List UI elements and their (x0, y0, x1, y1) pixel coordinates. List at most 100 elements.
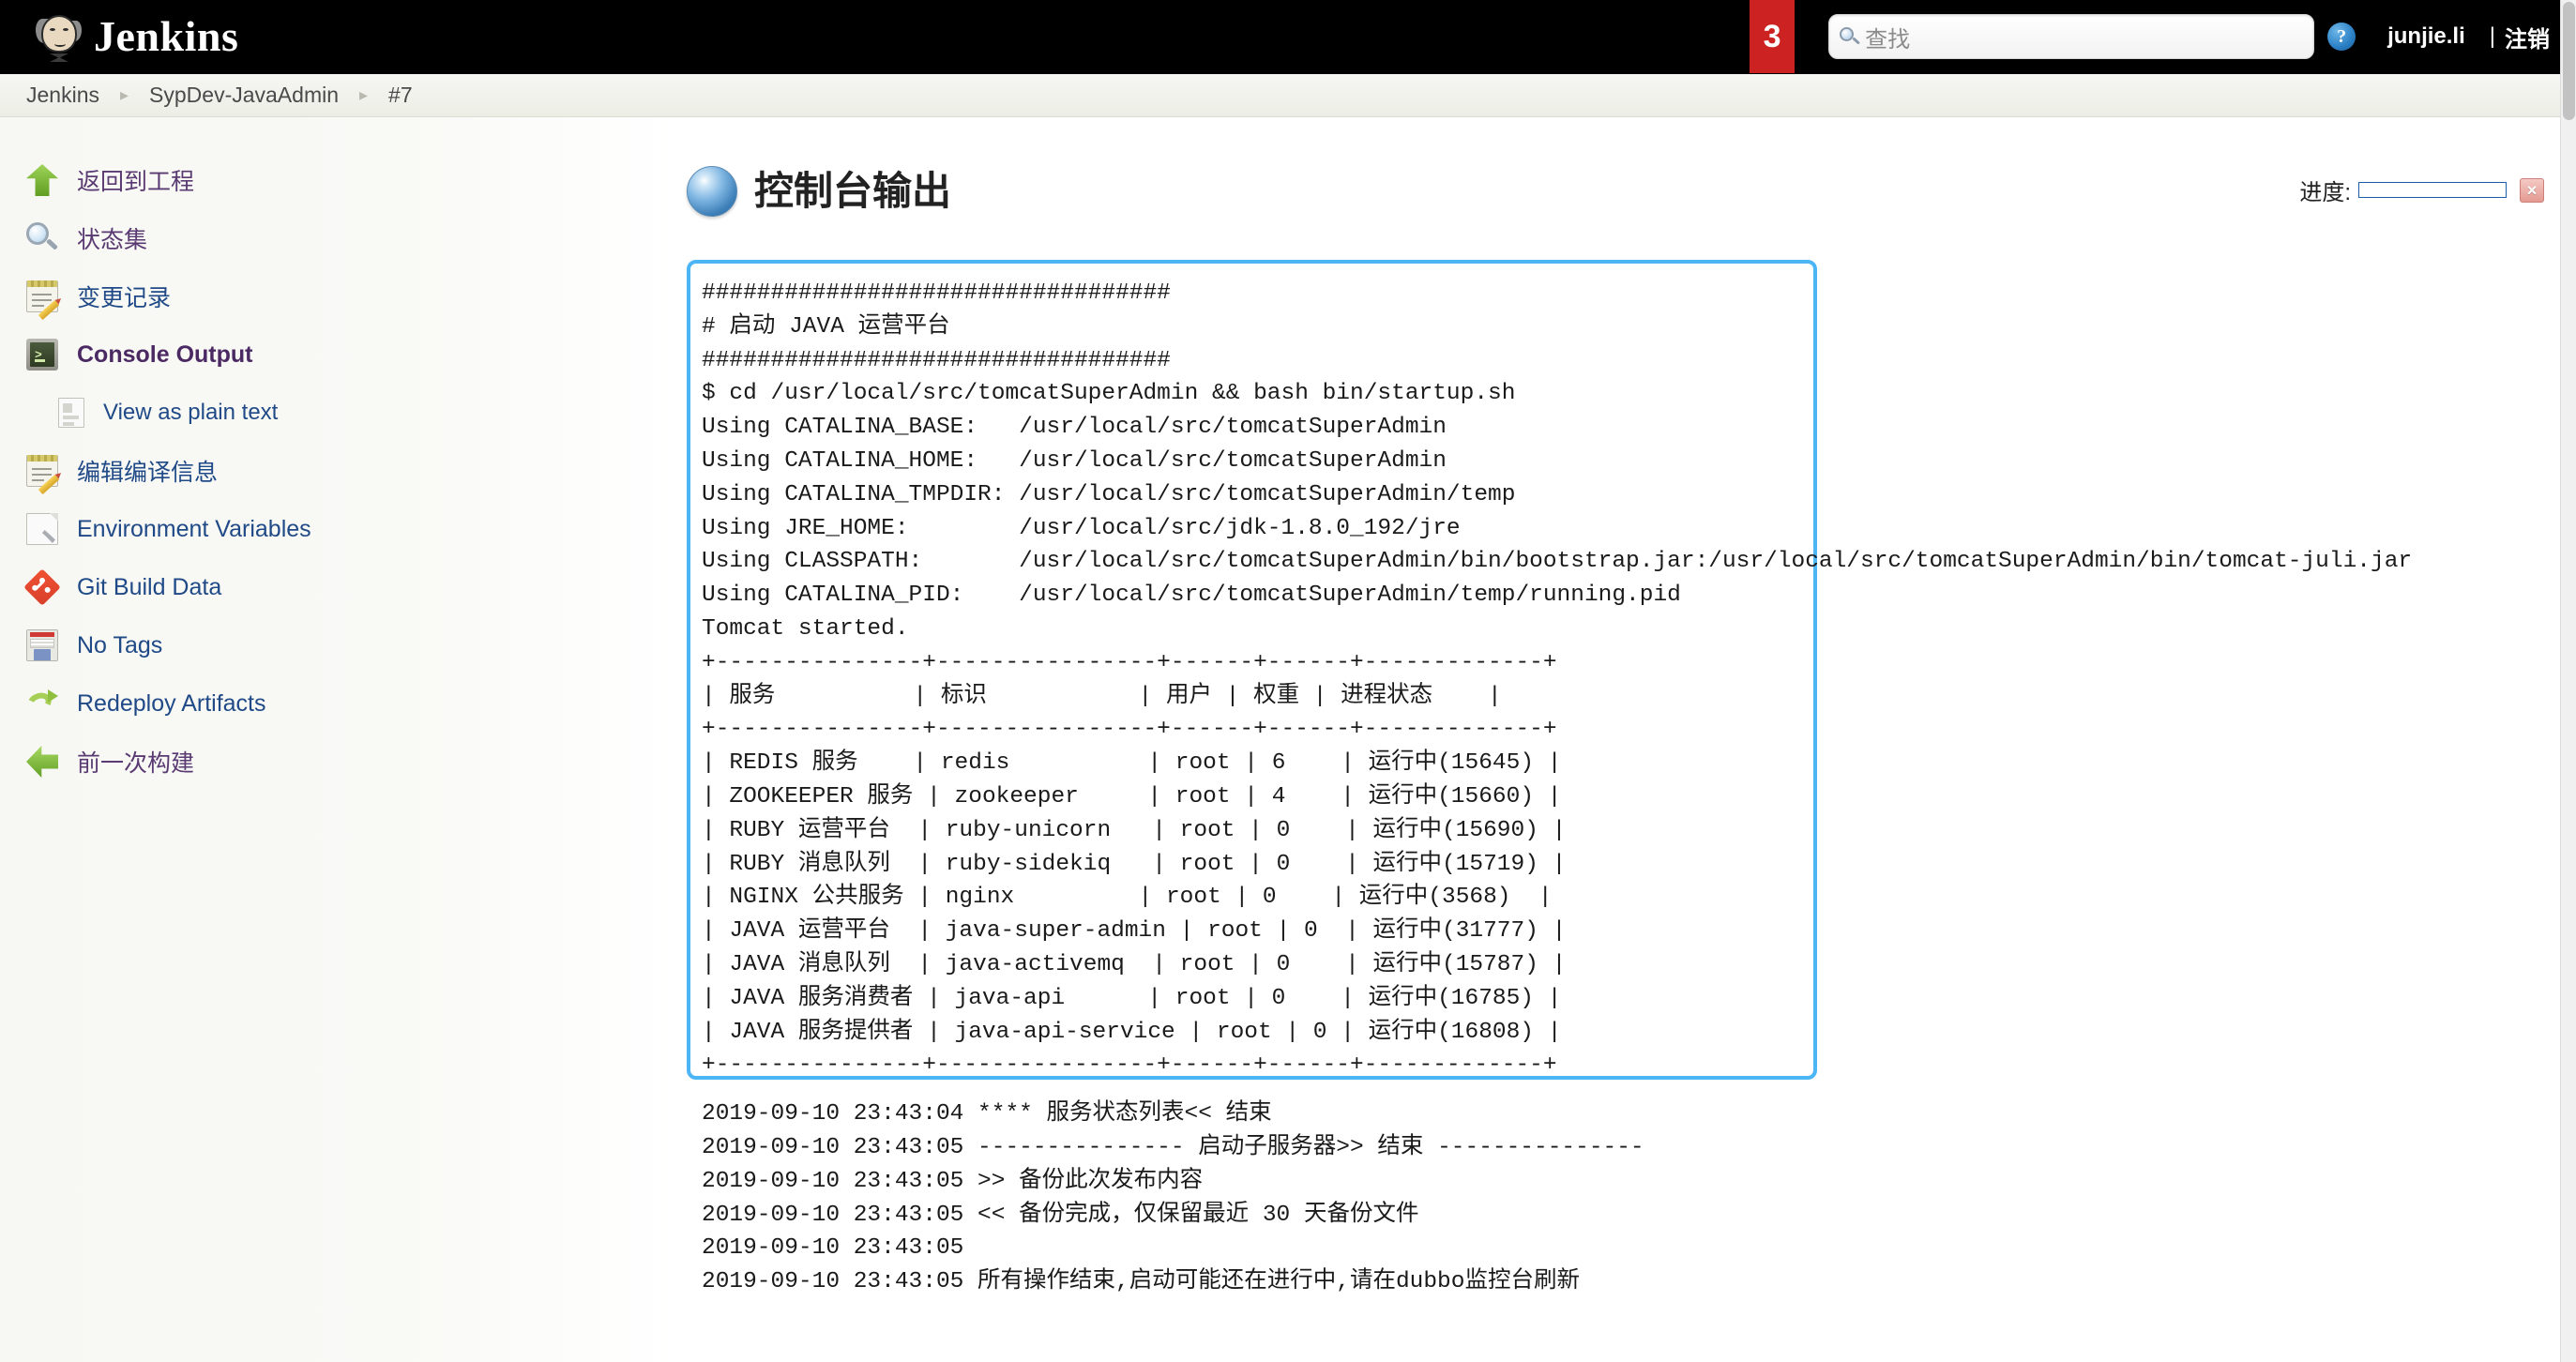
page-title: 控制台输出 (754, 169, 952, 213)
sidebar-item-label: Redeploy Artifacts (77, 689, 266, 717)
notepad-pencil-icon (26, 280, 60, 321)
console-line: Using CATALINA_PID: /usr/local/src/tomca… (702, 583, 1681, 609)
document-icon (58, 398, 84, 428)
top-header: Jenkins 3 查找 ? junjie.li | 注销 (0, 0, 2576, 74)
console-line: +---------------+----------------+------… (702, 649, 1557, 675)
sidebar-item-edit-build-information[interactable]: 编辑编译信息 (0, 442, 675, 500)
console-line: | ZOOKEEPER 服务 | zookeeper | root | 4 | … (702, 783, 1562, 810)
sidebar-item-back-to-project[interactable]: 返回到工程 (0, 151, 675, 209)
floppy-disk-icon (26, 629, 58, 661)
main-content: 控制台输出 进度: × ############################… (675, 117, 2576, 1362)
sidebar-item-label: Git Build Data (77, 573, 222, 600)
console-output-tail-text[interactable]: 2019-09-10 23:43:04 **** 服务状态列表<< 结束 2019… (687, 1097, 2544, 1299)
sidebar-item-label: View as plain text (103, 400, 279, 425)
sidebar-item-git-build-data[interactable]: Git Build Data (0, 558, 675, 616)
logout-link[interactable]: 注销 (2505, 21, 2550, 53)
console-line: +---------------+----------------+------… (702, 717, 1557, 743)
breadcrumb-item-jenkins[interactable]: Jenkins (26, 83, 99, 108)
search-input[interactable]: 查找 (1828, 14, 2315, 59)
console-line: 2019-09-10 23:43:05 << 备份完成，仅保留最近 30 天备份… (702, 1202, 1419, 1228)
console-line: | JAVA 服务提供者 | java-api-service | root |… (702, 1019, 1562, 1045)
close-icon: × (2526, 180, 2538, 200)
console-line: ################################## (702, 280, 1171, 306)
page-scrollbar[interactable] (2560, 0, 2576, 1362)
console-line: Tomcat started. (702, 615, 909, 642)
sidebar-item-console-output[interactable]: > Console Output (0, 325, 675, 384)
sidebar-item-redeploy-artifacts[interactable]: Redeploy Artifacts (0, 674, 675, 733)
build-queue-badge[interactable]: 3 (1750, 0, 1796, 73)
sidebar: 返回到工程 状态集 变更记录 > Console Output View as … (0, 117, 675, 1362)
console-line: Using CATALINA_HOME: /usr/local/src/tomc… (702, 447, 1447, 474)
jenkins-butler-icon (34, 8, 84, 66)
breadcrumb-item-job[interactable]: SypDev-JavaAdmin (149, 83, 339, 108)
document-wrench-icon (26, 513, 58, 545)
console-line: | REDIS 服务 | redis | root | 6 | 运行中(1564… (702, 750, 1562, 777)
breadcrumb-item-build[interactable]: #7 (388, 83, 413, 108)
user-separator: | (2489, 23, 2495, 49)
console-line: | RUBY 消息队列 | ruby-sidekiq | root | 0 | … (702, 851, 1567, 877)
sidebar-item-label: No Tags (77, 631, 163, 658)
breadcrumb-separator-icon: ▸ (359, 85, 369, 104)
console-line: Using JRE_HOME: /usr/local/src/jdk-1.8.0… (702, 515, 1461, 541)
sidebar-item-environment-variables[interactable]: Environment Variables (0, 500, 675, 558)
console-output-boxed-text[interactable]: ################################## # 启动 J… (687, 260, 2544, 1082)
console-line: | JAVA 服务消费者 | java-api | root | 0 | 运行中… (702, 985, 1562, 1011)
sidebar-item-label: Environment Variables (77, 515, 311, 542)
console-line: +---------------+----------------+------… (702, 1052, 1557, 1079)
blue-sphere-icon (687, 166, 737, 217)
terminal-icon: > (26, 339, 58, 371)
sidebar-item-label: 返回到工程 (77, 169, 195, 195)
up-arrow-icon (26, 164, 58, 196)
build-progress-group: 进度: × (2299, 174, 2544, 206)
sidebar-item-label: 状态集 (77, 227, 148, 253)
sidebar-item-status[interactable]: 状态集 (0, 209, 675, 267)
sidebar-item-label: 变更记录 (77, 285, 172, 311)
page-title-group: 控制台输出 (687, 166, 951, 217)
console-output-area: ################################## # 启动 J… (687, 260, 2544, 1299)
console-line: | 服务 | 标识 | 用户 | 权重 | 进程状态 | (702, 683, 1502, 709)
console-line: | RUBY 运营平台 | ruby-unicorn | root | 0 | … (702, 817, 1567, 843)
console-line: ################################## (702, 347, 1171, 373)
console-line: 2019-09-10 23:43:05 >> 备份此次发布内容 (702, 1168, 1204, 1194)
user-area: junjie.li | 注销 (2387, 21, 2550, 53)
main-header-row: 控制台输出 进度: × (675, 142, 2544, 217)
console-line: | NGINX 公共服务 | nginx | root | 0 | 运行中(35… (702, 885, 1553, 911)
progress-label: 进度: (2299, 180, 2351, 205)
stop-build-button[interactable]: × (2520, 177, 2544, 203)
console-line: | JAVA 运营平台 | java-super-admin | root | … (702, 918, 1567, 945)
magnifier-icon (26, 222, 58, 254)
console-line: 2019-09-10 23:43:05 所有操作结束,启动可能还在进行中,请在d… (702, 1269, 1580, 1295)
sidebar-item-previous-build[interactable]: 前一次构建 (0, 733, 675, 791)
console-line: 2019-09-10 23:43:04 **** 服务状态列表<< 结束 (702, 1101, 1272, 1127)
breadcrumb: Jenkins ▸ SypDev-JavaAdmin ▸ #7 (0, 74, 2576, 117)
header-right-group: 3 查找 ? junjie.li | 注销 (1750, 0, 2576, 73)
notepad-pencil-icon (26, 455, 60, 495)
breadcrumb-separator-icon: ▸ (119, 85, 129, 104)
scrollbar-thumb[interactable] (2563, 2, 2575, 120)
console-line: 2019-09-10 23:43:05 (702, 1235, 964, 1262)
progress-bar (2358, 182, 2507, 198)
sidebar-item-label: 前一次构建 (77, 750, 195, 777)
sidebar-item-label: Console Output (77, 340, 253, 368)
jenkins-logo-link[interactable]: Jenkins (0, 0, 238, 73)
git-icon (23, 568, 61, 606)
left-arrow-icon (26, 746, 58, 778)
console-line: Using CATALINA_BASE: /usr/local/src/tomc… (702, 415, 1447, 441)
help-icon[interactable]: ? (2327, 23, 2356, 51)
console-line: 2019-09-10 23:43:05 --------------- 启动子服… (702, 1134, 1644, 1160)
console-line: Using CATALINA_TMPDIR: /usr/local/src/to… (702, 481, 1516, 507)
search-placeholder: 查找 (1865, 26, 1911, 53)
console-line: | JAVA 消息队列 | java-activemq | root | 0 |… (702, 951, 1567, 977)
brand-title: Jenkins (94, 12, 239, 60)
sidebar-item-no-tags[interactable]: No Tags (0, 616, 675, 674)
sidebar-item-changes[interactable]: 变更记录 (0, 267, 675, 325)
user-name-link[interactable]: junjie.li (2387, 23, 2465, 50)
page-body: 返回到工程 状态集 变更记录 > Console Output View as … (0, 117, 2576, 1362)
console-line: $ cd /usr/local/src/tomcatSuperAdmin && … (702, 381, 1516, 407)
console-line: # 启动 JAVA 运营平台 (702, 313, 950, 340)
sidebar-item-label: 编辑编译信息 (77, 460, 219, 486)
redeploy-arrow-icon (24, 688, 58, 719)
console-line: Using CLASSPATH: /usr/local/src/tomcatSu… (702, 549, 2413, 575)
search-icon (1839, 26, 1861, 47)
sidebar-item-view-as-plain-text[interactable]: View as plain text (0, 384, 675, 442)
